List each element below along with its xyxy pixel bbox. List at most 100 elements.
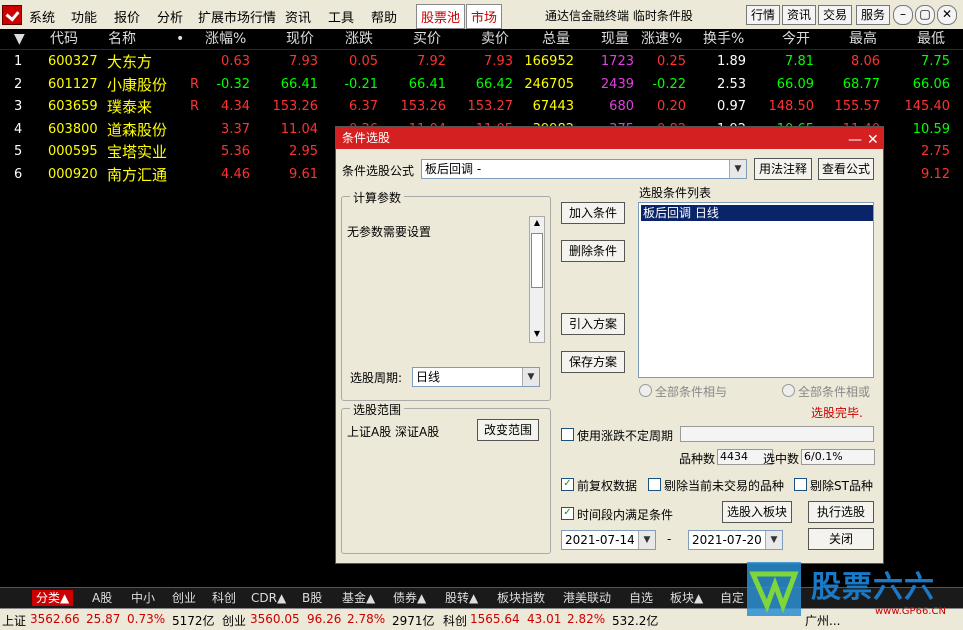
row-3-turn[interactable]: 0.97	[700, 96, 746, 118]
period-field[interactable]	[680, 426, 874, 442]
menu-function[interactable]: 功能	[71, 7, 97, 26]
row-6-idx[interactable]: 6	[14, 164, 34, 186]
row-1-cur[interactable]: 1723	[588, 51, 634, 73]
row-4-pct[interactable]: 3.37	[200, 119, 250, 141]
row-1-low[interactable]: 7.75	[896, 51, 950, 73]
chevron-down-icon[interactable]: ▼	[522, 368, 539, 386]
row-1-vol[interactable]: 166952	[518, 51, 574, 73]
row-5-name[interactable]: 宝塔实业	[107, 141, 187, 163]
col-low[interactable]: 最低	[917, 29, 945, 49]
tab-block[interactable]: 板块▲	[670, 590, 703, 606]
col-volume[interactable]: 总量	[542, 29, 570, 49]
row-1-idx[interactable]: 1	[14, 51, 34, 73]
row-2-name[interactable]: 小康股份	[107, 74, 187, 96]
row-2-code[interactable]: 601127	[48, 74, 103, 96]
radio-and-label[interactable]: 全部条件相与	[655, 383, 727, 400]
row-5-code[interactable]: 000595	[48, 141, 103, 163]
tab-block-index[interactable]: 板块指数	[497, 590, 545, 606]
info-button[interactable]: 资讯	[782, 5, 817, 25]
row-6-code[interactable]: 000920	[48, 164, 103, 186]
tab-b-share[interactable]: B股	[302, 590, 322, 606]
restore-icon[interactable]: ▢	[915, 5, 935, 25]
params-scrollbar[interactable]: ▲ ▼	[529, 216, 545, 343]
dialog-titlebar[interactable]: 条件选股 — ✕	[336, 127, 883, 149]
usage-note-button[interactable]: 用法注释	[754, 158, 812, 180]
tab-sme[interactable]: 中小	[131, 590, 155, 606]
date-to-picker[interactable]: 2021-07-20 ▼	[688, 530, 783, 550]
use-period-checkbox[interactable]	[561, 428, 574, 441]
col-current-vol[interactable]: 现量	[601, 29, 629, 49]
radio-or-label[interactable]: 全部条件相或	[798, 383, 870, 400]
row-2-price[interactable]: 66.41	[262, 74, 318, 96]
condition-list[interactable]: 板后回调 日线	[638, 202, 874, 378]
menu-quote[interactable]: 报价	[114, 7, 140, 26]
minimize-icon[interactable]: –	[893, 5, 913, 25]
col-code[interactable]: 代码	[50, 29, 78, 49]
cy-index-label[interactable]: 创业	[222, 612, 246, 629]
col-bid[interactable]: 买价	[413, 29, 441, 49]
col-name[interactable]: 名称	[108, 29, 136, 49]
row-3-bid[interactable]: 153.26	[392, 96, 447, 118]
add-to-block-button[interactable]: 选股入板块	[722, 501, 792, 523]
delete-condition-button[interactable]: 删除条件	[561, 240, 625, 262]
row-3-chg[interactable]: 6.37	[325, 96, 378, 118]
close-button[interactable]: 关闭	[808, 528, 874, 550]
import-scheme-button[interactable]: 引入方案	[561, 313, 625, 335]
exclude-st-checkbox[interactable]	[794, 478, 807, 491]
tab-custom[interactable]: 自定	[720, 590, 744, 606]
tab-category[interactable]: 分类▲	[32, 590, 74, 606]
exclude-untraded-label[interactable]: 剔除当前未交易的品种	[664, 477, 784, 494]
menu-tools[interactable]: 工具	[328, 7, 354, 26]
col-pct[interactable]: 涨幅%	[205, 29, 246, 49]
row-1-ask[interactable]: 7.93	[459, 51, 513, 73]
save-scheme-button[interactable]: 保存方案	[561, 351, 625, 373]
time-range-label[interactable]: 时间段内满足条件	[577, 506, 673, 523]
row-1-price[interactable]: 7.93	[262, 51, 318, 73]
row-1-chg[interactable]: 0.05	[325, 51, 378, 73]
row-2-turn[interactable]: 2.53	[700, 74, 746, 96]
row-1-code[interactable]: 600327	[48, 51, 103, 73]
change-range-button[interactable]: 改变范围	[477, 419, 539, 441]
row-3-vol[interactable]: 67443	[518, 96, 574, 118]
col-high[interactable]: 最高	[849, 29, 877, 49]
trade-button[interactable]: 交易	[818, 5, 853, 25]
row-1-turn[interactable]: 1.89	[700, 51, 746, 73]
row-2-cur[interactable]: 2439	[588, 74, 634, 96]
chevron-down-icon[interactable]: ▼	[765, 531, 782, 549]
menu-analysis[interactable]: 分析	[157, 7, 183, 26]
chevron-down-icon[interactable]: ▼	[729, 160, 746, 178]
col-price[interactable]: 现价	[286, 29, 314, 49]
row-5-pct[interactable]: 5.36	[200, 141, 250, 163]
row-4-price[interactable]: 11.04	[262, 119, 318, 141]
time-range-checkbox[interactable]: ✓	[561, 507, 574, 520]
pre-adjust-label[interactable]: 前复权数据	[577, 477, 637, 494]
row-3-speed[interactable]: 0.20	[640, 96, 686, 118]
row-3-open[interactable]: 148.50	[762, 96, 815, 118]
row-1-name[interactable]: 大东方	[107, 51, 187, 73]
row-6-low[interactable]: 9.12	[896, 164, 950, 186]
dialog-minimize-icon[interactable]: —	[848, 129, 862, 151]
row-4-low[interactable]: 10.59	[896, 119, 950, 141]
row-6-price[interactable]: 9.61	[262, 164, 318, 186]
row-3-low[interactable]: 145.40	[896, 96, 951, 118]
chevron-down-icon[interactable]: ▼	[638, 531, 655, 549]
row-1-open[interactable]: 7.81	[762, 51, 814, 73]
close-icon[interactable]: ✕	[937, 5, 957, 25]
use-period-label[interactable]: 使用涨跌不定周期	[577, 427, 673, 444]
row-1-speed[interactable]: 0.25	[640, 51, 686, 73]
radio-or[interactable]	[782, 384, 795, 397]
scroll-thumb[interactable]	[531, 233, 543, 288]
run-select-button[interactable]: 执行选股	[808, 501, 874, 523]
menu-info[interactable]: 资讯	[285, 7, 311, 26]
row-2-pct[interactable]: -0.32	[200, 74, 250, 96]
sort-arrow-icon[interactable]: ▼	[14, 29, 25, 49]
tab-bond[interactable]: 债券▲	[393, 590, 426, 606]
dialog-close-icon[interactable]: ✕	[867, 129, 879, 151]
row-2-vol[interactable]: 246705	[518, 74, 574, 96]
row-3-code[interactable]: 603659	[48, 96, 103, 118]
row-6-name[interactable]: 南方汇通	[107, 164, 187, 186]
view-formula-button[interactable]: 查看公式	[818, 158, 874, 180]
row-4-code[interactable]: 603800	[48, 119, 103, 141]
scroll-down-icon[interactable]: ▼	[531, 329, 543, 341]
row-5-low[interactable]: 2.75	[896, 141, 950, 163]
